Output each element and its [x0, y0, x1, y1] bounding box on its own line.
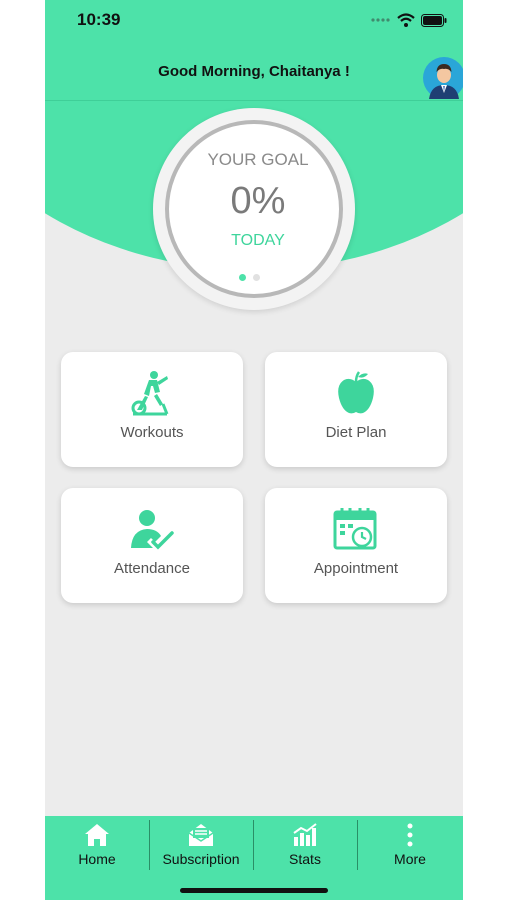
avatar[interactable]	[423, 57, 463, 99]
exercise-bike-icon	[131, 371, 169, 416]
tab-home[interactable]: Home	[45, 816, 149, 876]
tab-stats-label: Stats	[289, 851, 321, 867]
status-icons	[371, 13, 447, 27]
goal-title: YOUR GOAL	[207, 150, 309, 169]
tab-stats[interactable]: Stats	[253, 816, 357, 876]
more-vertical-icon	[407, 823, 413, 847]
appointment-card[interactable]: Appointment	[265, 488, 447, 603]
workouts-card[interactable]: Workouts	[61, 352, 243, 467]
page-indicator-dot-active[interactable]	[239, 274, 246, 281]
bottom-tab-bar: Home Subscription Stats More	[45, 816, 463, 900]
greeting-title: Good Morning, Chaitanya !	[158, 63, 350, 80]
page-indicator-dot[interactable]	[253, 274, 260, 281]
battery-icon	[421, 13, 447, 27]
top-bar: 10:39 Good Morning, Chaitanya !	[45, 0, 463, 101]
attendance-label: Attendance	[114, 560, 190, 577]
app-screen: 10:39 Good Morning, Chaitanya ! YOUR GOA…	[45, 0, 463, 900]
bar-chart-icon	[293, 823, 317, 846]
apple-icon	[338, 371, 374, 414]
status-time: 10:39	[77, 10, 121, 29]
envelope-icon	[188, 824, 214, 846]
appointment-label: Appointment	[313, 560, 399, 577]
workouts-label: Workouts	[120, 424, 184, 441]
cellular-signal-icon	[371, 18, 390, 22]
diet-plan-card[interactable]: Diet Plan	[265, 352, 447, 467]
tab-subscription[interactable]: Subscription	[149, 816, 253, 876]
goal-percentage: 0%	[230, 180, 286, 222]
attendance-card[interactable]: Attendance	[61, 488, 243, 603]
wifi-icon	[397, 13, 415, 27]
tab-home-label: Home	[78, 851, 116, 867]
goal-period: TODAY	[231, 232, 285, 249]
goal-ring: YOUR GOAL 0% TODAY	[165, 120, 343, 298]
calendar-clock-icon	[333, 508, 377, 550]
tab-subscription-label: Subscription	[162, 851, 240, 867]
home-icon	[85, 824, 109, 846]
attendance-check-icon	[131, 510, 174, 550]
home-indicator[interactable]	[180, 888, 328, 893]
tab-more-label: More	[394, 851, 426, 867]
tab-more[interactable]: More	[357, 816, 463, 876]
diet-plan-label: Diet Plan	[325, 424, 387, 441]
goal-progress-widget[interactable]: YOUR GOAL 0% TODAY	[153, 108, 355, 310]
